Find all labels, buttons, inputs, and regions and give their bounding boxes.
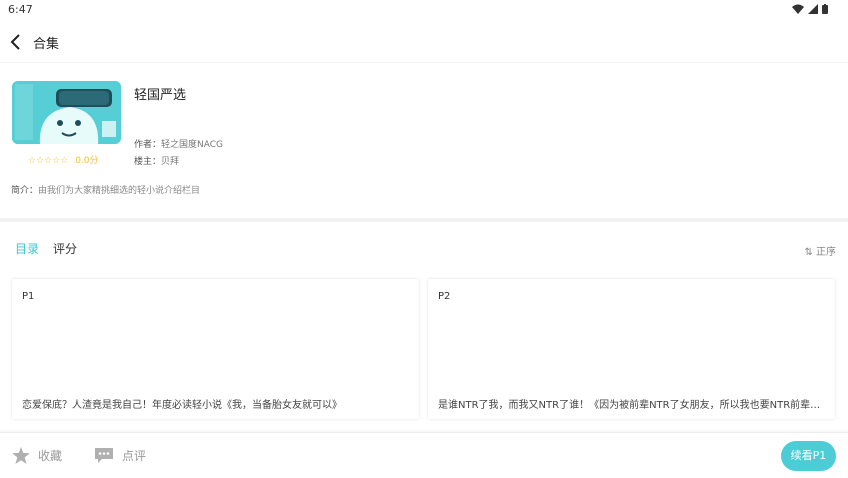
owner-row: 楼主：贝拜 — [134, 154, 179, 167]
collection-cover[interactable] — [12, 81, 121, 144]
collection-title: 轻国严选 — [134, 88, 187, 103]
tab-reviews[interactable]: 评分 — [53, 240, 77, 257]
tab-catalog[interactable]: 目录 — [15, 240, 39, 257]
status-icons — [792, 4, 828, 14]
status-bar: 6:47 — [0, 0, 848, 20]
app-bar: 合集 — [0, 22, 848, 63]
comment-icon — [95, 448, 113, 463]
back-arrow-icon[interactable] — [8, 32, 24, 52]
tab-bar: 目录 评分 ⇅ 正序 — [0, 228, 848, 268]
episode-label: P1 — [22, 291, 35, 302]
status-time: 6:47 — [8, 3, 33, 16]
intro-text: 由我们为大家精挑细选的轻小说介绍栏目 — [38, 186, 201, 196]
rating-stars: ☆☆☆☆☆ — [28, 156, 69, 166]
collection-info: ☆☆☆☆☆ 0.0分 轻国严选 作者：轻之国度NACG 楼主：贝拜 简介：由我们… — [0, 63, 848, 218]
signal-icon — [808, 4, 818, 14]
episode-label: P2 — [438, 291, 451, 302]
author-row: 作者：轻之国度NACG — [134, 137, 223, 150]
episode-description: 是谁NTR了我，而我又NTR了谁！《因为被前辈NTR了女朋友，所以我也要NTR前… — [438, 400, 825, 411]
wifi-icon — [792, 4, 804, 14]
intro-label: 简介： — [11, 186, 39, 196]
cover-illustration — [12, 81, 121, 144]
rating: ☆☆☆☆☆ 0.0分 — [28, 153, 99, 166]
star-icon — [12, 447, 30, 464]
continue-reading-button[interactable]: 续看P1 — [781, 441, 836, 471]
episode-card[interactable]: P1 恋爱保底？人渣竟是我自己！年度必读轻小说《我，当备胎女友就可以》 — [12, 279, 419, 419]
favorite-button[interactable]: 收藏 — [12, 447, 62, 464]
bottom-action-bar: 收藏 点评 续看P1 — [0, 432, 848, 478]
owner-label: 楼主： — [134, 157, 162, 167]
favorite-label: 收藏 — [38, 449, 63, 463]
intro-row: 简介：由我们为大家精挑细选的轻小说介绍栏目 — [11, 183, 200, 196]
owner-value: 贝拜 — [161, 157, 180, 167]
page-title: 合集 — [33, 37, 60, 52]
comment-button[interactable]: 点评 — [94, 447, 146, 464]
sort-order-button[interactable]: ⇅ 正序 — [804, 243, 836, 258]
author-value: 轻之国度NACG — [161, 140, 224, 150]
episode-card[interactable]: P2 是谁NTR了我，而我又NTR了谁！《因为被前辈NTR了女朋友，所以我也要N… — [428, 279, 835, 419]
comment-label: 点评 — [122, 449, 147, 463]
episode-description: 恋爱保底？人渣竟是我自己！年度必读轻小说《我，当备胎女友就可以》 — [22, 400, 342, 411]
rating-score: 0.0分 — [75, 156, 99, 166]
section-divider — [0, 218, 848, 222]
battery-icon — [822, 4, 828, 14]
author-label: 作者： — [134, 140, 162, 150]
